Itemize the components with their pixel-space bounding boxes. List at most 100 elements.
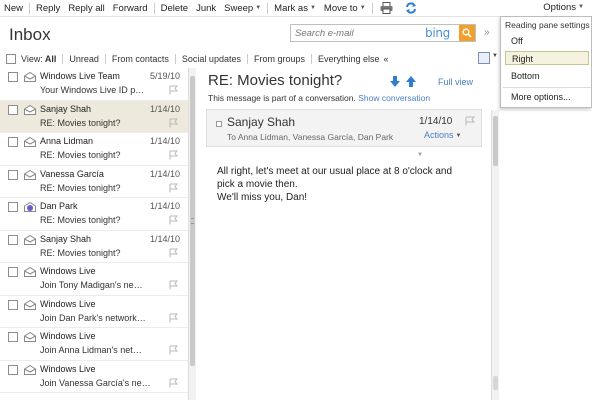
reading-pane-layout-icon[interactable] xyxy=(478,52,490,64)
menu-item-bottom[interactable]: Bottom xyxy=(505,69,589,83)
conversation-note: This message is part of a conversation. … xyxy=(208,93,430,103)
search-button[interactable] xyxy=(459,25,475,41)
bing-logo: bing xyxy=(425,26,450,40)
message-header[interactable]: Sanjay Shah To Anna Lidman, Vanessa Garc… xyxy=(206,109,482,147)
print-button[interactable] xyxy=(379,1,395,15)
delete-button[interactable]: Delete xyxy=(157,3,192,14)
envelope-open-icon xyxy=(24,104,36,115)
message-row[interactable]: Windows Live Join Anna Lidman's net… xyxy=(0,328,188,361)
junk-button[interactable]: Junk xyxy=(192,3,220,14)
flag-icon[interactable] xyxy=(169,345,178,355)
filter-all[interactable]: All xyxy=(43,54,59,64)
forward-button[interactable]: Forward xyxy=(109,3,152,14)
message-checkbox[interactable] xyxy=(8,267,18,277)
search-input[interactable] xyxy=(295,27,415,40)
message-checkbox[interactable] xyxy=(8,202,18,212)
message-row[interactable]: Dan Park 1/14/10 RE: Movies tonight? xyxy=(0,198,188,231)
filter-from-groups[interactable]: From groups xyxy=(252,54,307,64)
chevron-down-icon[interactable]: ▼ xyxy=(492,53,498,59)
header-pointer-icon: ▼ xyxy=(417,152,423,158)
flag-icon[interactable] xyxy=(465,116,475,126)
full-view-link[interactable]: Full view xyxy=(438,77,473,87)
message-checkbox[interactable] xyxy=(8,72,18,82)
new-button[interactable]: New xyxy=(0,3,27,14)
message-subject: RE: Movies tonight? xyxy=(40,215,121,225)
filter-more-chevron[interactable]: « xyxy=(382,54,391,64)
expand-message-icon[interactable] xyxy=(216,121,222,127)
message-row[interactable]: Vanessa García 1/14/10 RE: Movies tonigh… xyxy=(0,166,188,198)
move-to-menu[interactable]: Move to ▼ xyxy=(320,3,370,14)
show-conversation-link[interactable]: Show conversation xyxy=(358,93,430,103)
message-date: 1/14/10 xyxy=(149,233,180,244)
message-subject: Join Tony Madigan's ne… xyxy=(40,280,143,290)
filter-unread[interactable]: Unread xyxy=(67,54,101,64)
flag-icon[interactable] xyxy=(169,215,178,225)
message-checkbox[interactable] xyxy=(8,364,18,375)
message-checkbox[interactable] xyxy=(8,332,18,342)
scrollbar-thumb-lower[interactable] xyxy=(493,376,498,390)
message-checkbox[interactable] xyxy=(8,299,18,310)
envelope-open-icon xyxy=(24,72,36,82)
actions-menu[interactable]: Actions ▼ xyxy=(424,130,461,140)
message-list-scrollbar[interactable] xyxy=(188,68,196,400)
arrow-down-icon[interactable] xyxy=(390,76,400,87)
mark-as-menu[interactable]: Mark as ▼ xyxy=(270,3,320,14)
scrollbar-thumb[interactable] xyxy=(493,116,498,166)
message-row-selected[interactable]: Sanjay Shah 1/14/10 RE: Movies tonight? xyxy=(0,100,188,133)
message-row[interactable]: Windows Live Join Tony Madigan's ne… xyxy=(0,263,188,296)
menu-item-off[interactable]: Off xyxy=(505,34,589,48)
sweep-menu[interactable]: Sweep ▼ xyxy=(220,3,265,14)
filter-divider xyxy=(246,54,248,64)
menu-item-right[interactable]: Right xyxy=(505,51,589,65)
filter-social-updates[interactable]: Social updates xyxy=(180,54,243,64)
sync-button[interactable] xyxy=(403,1,419,15)
envelope-open-icon xyxy=(24,137,36,147)
flag-icon[interactable] xyxy=(169,118,178,128)
reply-all-button[interactable]: Reply all xyxy=(64,3,108,14)
message-checkbox[interactable] xyxy=(8,104,18,115)
folder-title: Inbox xyxy=(9,25,51,44)
message-sender: Sanjay Shah xyxy=(40,233,92,244)
select-all-checkbox[interactable] xyxy=(6,54,16,64)
message-date: 1/14/10 xyxy=(419,116,453,127)
message-from[interactable]: Sanjay Shah xyxy=(227,115,295,129)
message-subject: Join Dan Park's network… xyxy=(40,312,146,323)
filter-everything-else[interactable]: Everything else xyxy=(316,54,382,64)
message-checkbox[interactable] xyxy=(8,169,18,180)
envelope-meeting-icon xyxy=(24,202,36,212)
envelope-open-icon xyxy=(24,364,36,375)
message-date: 1/14/10 xyxy=(149,201,180,211)
flag-icon[interactable] xyxy=(169,85,178,95)
flag-icon[interactable] xyxy=(169,378,178,388)
options-menu[interactable]: Options ▼ xyxy=(539,2,588,13)
message-sender: Dan Park xyxy=(40,201,78,211)
menu-item-more-options[interactable]: More options... xyxy=(505,90,589,104)
message-sender: Windows Live xyxy=(40,298,96,309)
message-checkbox[interactable] xyxy=(8,234,18,245)
chevron-down-icon: ▼ xyxy=(255,4,262,11)
message-row[interactable]: Anna Lidman 1/14/10 RE: Movies tonight? xyxy=(0,133,188,166)
body-line: pick a movie then. xyxy=(217,179,298,190)
conversation-note-text: This message is part of a conversation. xyxy=(208,93,356,103)
filter-from-contacts[interactable]: From contacts xyxy=(110,54,171,64)
collapse-chevron-icon[interactable]: » xyxy=(484,27,490,38)
message-row[interactable]: Windows Live Join Dan Park's network… xyxy=(0,296,188,328)
flag-icon[interactable] xyxy=(169,183,178,193)
message-row[interactable]: Windows Live Team 5/19/10 Your Windows L… xyxy=(0,68,188,101)
flag-icon[interactable] xyxy=(169,248,178,258)
message-row[interactable]: Sanjay Shah 1/14/10 RE: Movies tonight? xyxy=(0,231,188,263)
flag-icon[interactable] xyxy=(169,313,178,323)
envelope-open-icon xyxy=(24,267,36,277)
message-row[interactable]: Windows Live Join Vanessa García's ne… xyxy=(0,361,188,393)
reading-pane-scrollbar[interactable] xyxy=(491,110,499,400)
chevron-down-icon: ▼ xyxy=(578,4,584,11)
filter-divider xyxy=(311,54,312,64)
right-margin xyxy=(499,110,592,400)
message-subject: Join Anna Lidman's net… xyxy=(40,345,142,355)
flag-icon[interactable] xyxy=(169,280,178,290)
reply-button[interactable]: Reply xyxy=(32,3,64,14)
arrow-up-icon[interactable] xyxy=(406,76,416,87)
message-checkbox[interactable] xyxy=(8,137,18,147)
sync-icon xyxy=(405,2,416,14)
flag-icon[interactable] xyxy=(169,150,178,160)
